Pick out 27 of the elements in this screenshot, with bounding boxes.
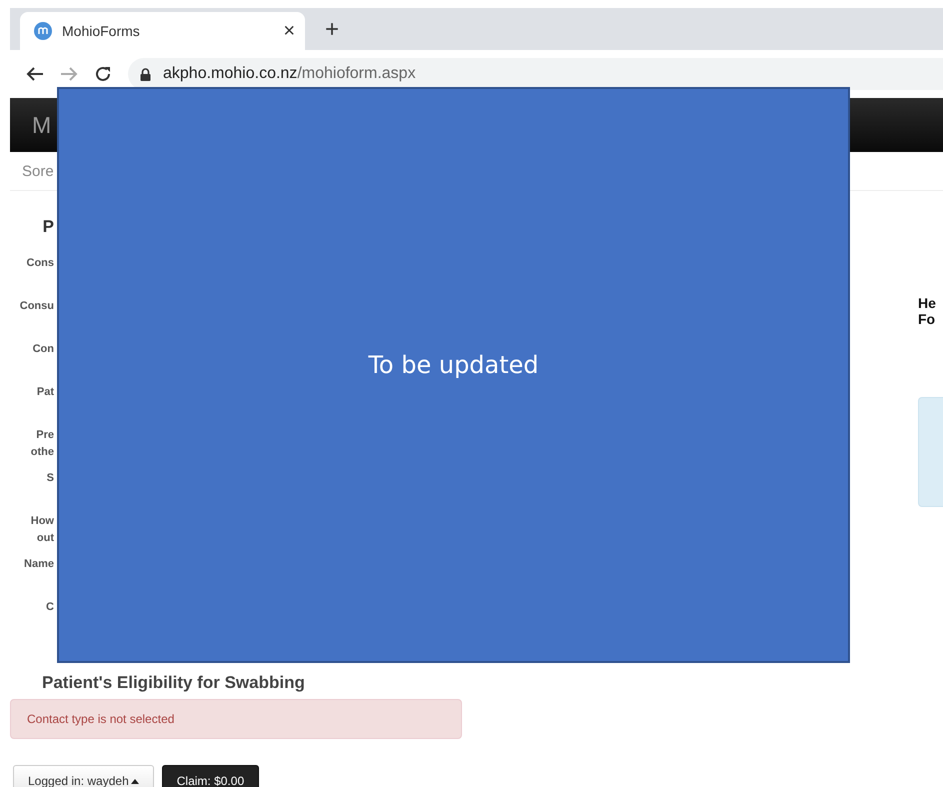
section-title: P — [42, 217, 54, 238]
field-label: C — [46, 600, 54, 615]
caret-icon — [130, 778, 139, 784]
back-icon[interactable] — [26, 66, 44, 82]
side-heading: He Fo — [918, 295, 937, 327]
tab-title: MohioForms — [62, 23, 141, 39]
field-label: How out — [30, 514, 54, 546]
reload-icon[interactable] — [94, 65, 112, 83]
brand-title: M — [32, 112, 52, 138]
field-label: Pre othe — [30, 428, 54, 460]
new-tab-button[interactable]: + — [325, 16, 340, 44]
field-label: Pat — [36, 385, 54, 400]
field-label: Con — [32, 342, 54, 357]
alert-message: Contact type is not selected — [10, 699, 462, 739]
close-tab-button[interactable]: × — [283, 20, 295, 42]
field-label: Name — [24, 557, 54, 572]
logo-icon — [34, 22, 52, 40]
section-title: Patient's Eligibility for Swabbing — [42, 673, 306, 694]
field-label: Cons — [26, 256, 54, 271]
field-label: S — [46, 471, 54, 486]
overlay-text: To be updated — [368, 351, 539, 379]
claim-button[interactable]: Claim: $0.00 — [162, 765, 260, 787]
breadcrumb[interactable]: Sore — [22, 162, 54, 180]
lock-icon — [140, 68, 151, 80]
browser-tab[interactable]: MohioForms × — [20, 12, 305, 50]
address-field[interactable]: akpho.mohio.co.nz/mohioform.aspx — [128, 58, 943, 90]
field-label: Consu — [20, 299, 54, 314]
